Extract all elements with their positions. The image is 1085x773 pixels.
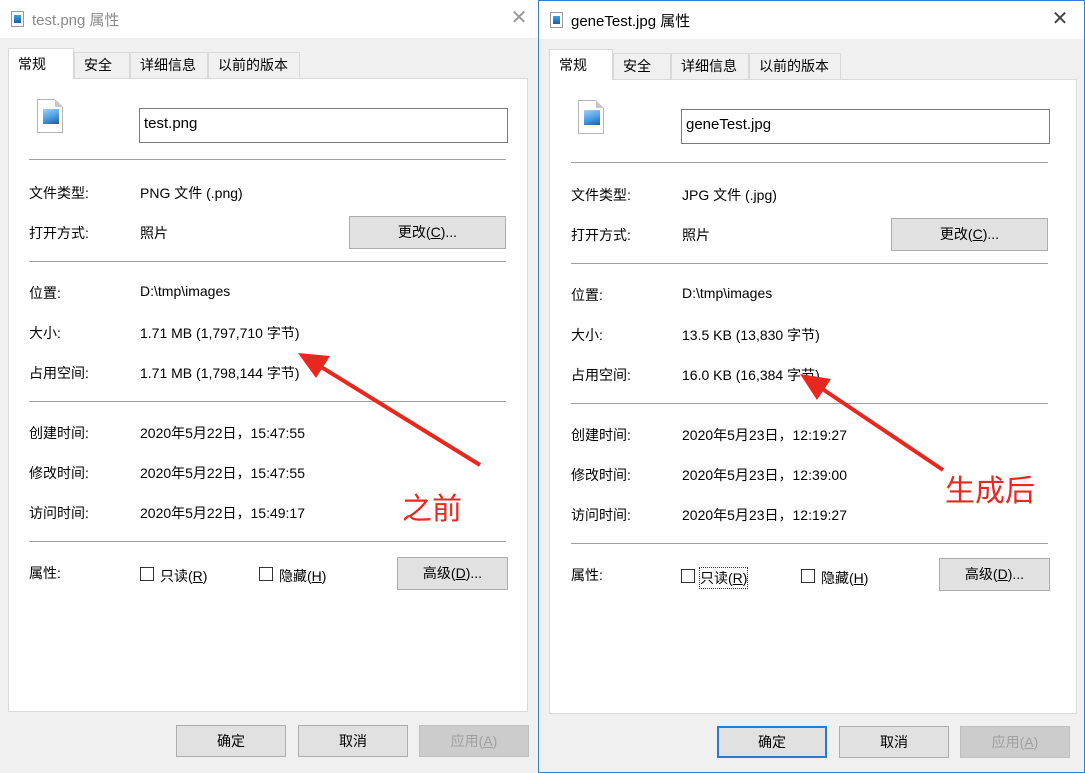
arrow-after	[800, 374, 945, 472]
annotation-after: 生成后	[945, 474, 1035, 509]
annotation-layer	[298, 353, 945, 472]
annotation-before: 之前	[402, 492, 462, 527]
tab-general[interactable]: 常规	[8, 48, 74, 79]
tab-general[interactable]: 常规	[549, 49, 613, 80]
arrow-before	[298, 353, 482, 467]
